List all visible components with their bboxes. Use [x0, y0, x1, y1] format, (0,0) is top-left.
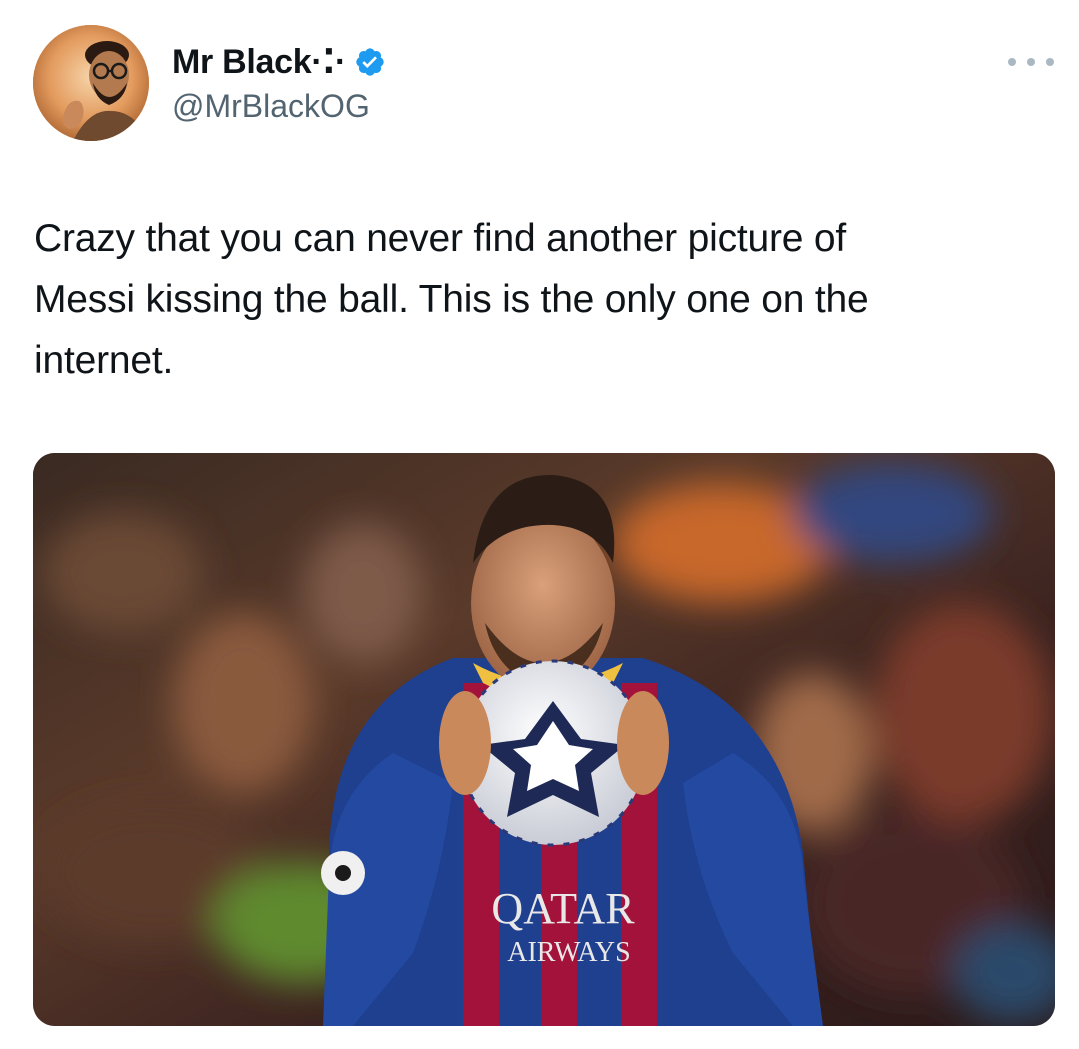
author-display-name[interactable]: Mr Black·⁚· — [172, 42, 346, 82]
more-dot — [1008, 58, 1016, 66]
author-name-row: Mr Black·⁚· — [172, 40, 386, 84]
more-options-icon[interactable] — [1008, 50, 1054, 74]
tweet-media-photo[interactable]: QATAR AIRWAYS — [33, 453, 1055, 1026]
avatar-portrait-icon — [33, 25, 149, 141]
tweet-card: Mr Black·⁚· @MrBlackOG Crazy that you ca… — [0, 0, 1079, 1049]
author-handle[interactable]: @MrBlackOG — [172, 88, 370, 125]
shirt-sponsor-line2: AIRWAYS — [507, 937, 630, 968]
profile-avatar[interactable] — [33, 25, 149, 141]
tweet-text: Crazy that you can never find another pi… — [34, 217, 869, 382]
photo-player-kissing-ball: QATAR AIRWAYS — [33, 453, 1055, 1026]
verified-badge-icon — [354, 46, 386, 78]
shirt-sponsor-line1: QATAR — [491, 884, 635, 933]
more-dot — [1027, 58, 1035, 66]
more-dot — [1046, 58, 1054, 66]
